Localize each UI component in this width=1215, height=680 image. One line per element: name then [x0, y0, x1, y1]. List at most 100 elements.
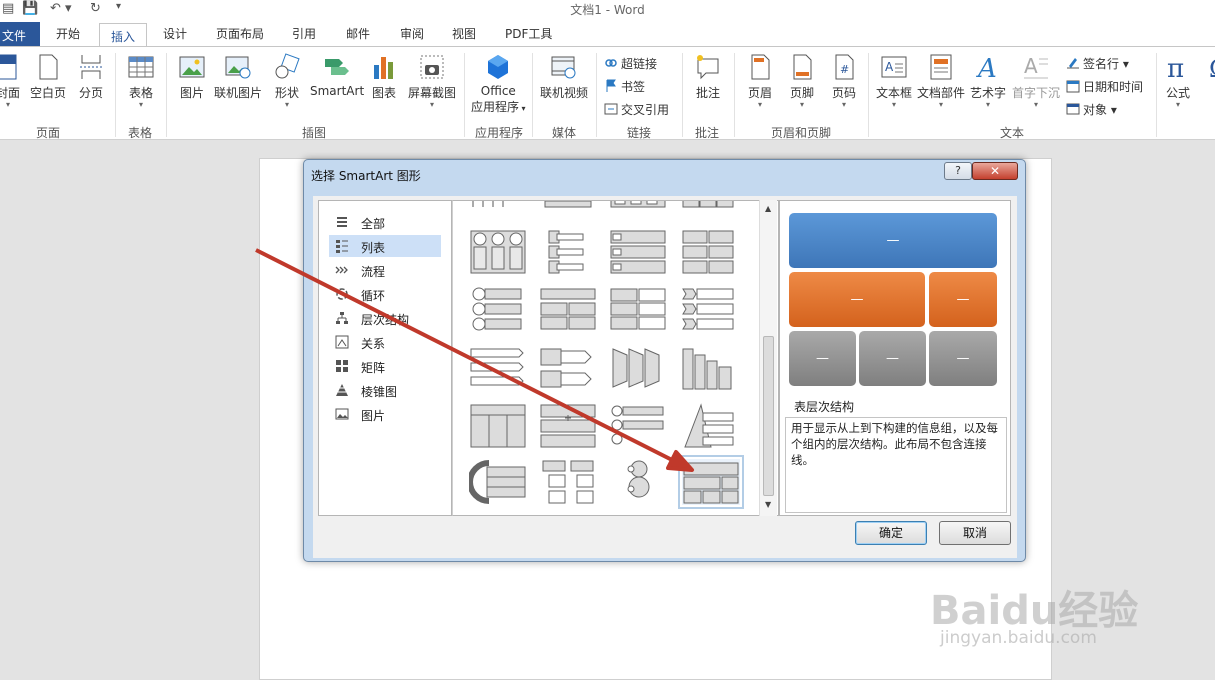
layout-thumbnail[interactable]	[679, 200, 737, 209]
layout-thumbnail[interactable]	[679, 345, 737, 391]
group-separator	[1156, 53, 1157, 137]
table-icon	[128, 56, 154, 78]
preview-bottom-box: —	[929, 331, 997, 386]
textbox-button[interactable]: A 文本框 ▾	[876, 53, 912, 109]
page-break-button[interactable]: 分页	[77, 53, 105, 101]
ok-button[interactable]: 确定	[855, 521, 927, 545]
new-comment-button[interactable]: 批注	[694, 53, 722, 101]
tab-insert[interactable]: 插入	[99, 23, 147, 47]
tab-home[interactable]: 开始	[56, 25, 80, 42]
textbox-icon: A	[881, 56, 907, 78]
scroll-down-icon[interactable]: ▼	[765, 500, 771, 509]
tab-file[interactable]: 文件	[0, 22, 40, 46]
blank-page-button[interactable]: 空白页	[30, 53, 66, 101]
date-time-button[interactable]: 日期和时间	[1066, 78, 1143, 95]
symbol-button[interactable]: Ω	[1206, 53, 1215, 84]
category-cycle[interactable]: 循环	[329, 283, 441, 305]
screenshot-icon	[420, 55, 444, 79]
tab-layout[interactable]: 页面布局	[216, 25, 264, 42]
wordart-button[interactable]: A 艺术字 ▾	[970, 53, 1006, 109]
category-hierarchy[interactable]: 层次结构	[329, 307, 441, 329]
screenshot-button[interactable]: 屏幕截图 ▾	[408, 53, 456, 109]
layout-thumbnail[interactable]	[469, 403, 527, 449]
layout-thumbnail[interactable]	[679, 403, 737, 449]
tab-design[interactable]: 设计	[163, 25, 187, 42]
layout-thumbnail[interactable]	[469, 345, 527, 391]
quick-parts-button[interactable]: 文档部件 ▾	[917, 53, 965, 109]
pi-icon: π	[1167, 54, 1184, 81]
category-picture[interactable]: 图片	[329, 403, 441, 425]
object-icon	[1066, 103, 1080, 115]
category-process[interactable]: 流程	[329, 259, 441, 281]
smartart-button[interactable]: SmartArt	[310, 53, 364, 98]
hyperlink-button[interactable]: 超链接	[604, 55, 657, 72]
category-matrix[interactable]: 矩阵	[329, 355, 441, 377]
dialog-body: 全部 列表 流程 循环 层次结构 关系 矩阵 棱锥图 图片 ▲ ▼ — — — …	[313, 196, 1017, 558]
svg-text:Ω: Ω	[1209, 55, 1215, 81]
tab-review[interactable]: 审阅	[400, 25, 424, 42]
online-video-button[interactable]: 联机视频	[540, 53, 588, 101]
layout-thumbnail[interactable]	[539, 459, 597, 505]
object-button[interactable]: 对象 ▾	[1066, 101, 1117, 118]
layout-thumbnail[interactable]	[609, 345, 667, 391]
chart-button[interactable]: 图表	[370, 53, 398, 101]
relationship-icon	[335, 335, 349, 349]
gallery-scrollbar[interactable]: ▲ ▼	[759, 200, 777, 516]
layout-thumbnail[interactable]	[609, 200, 667, 209]
layout-thumbnail[interactable]	[679, 287, 737, 333]
layout-thumbnail[interactable]	[609, 403, 667, 449]
baidu-watermark-url: jingyan.baidu.com	[940, 628, 1097, 648]
header-button[interactable]: 页眉 ▾	[746, 53, 774, 109]
layout-thumbnail[interactable]	[469, 459, 527, 505]
layout-thumbnail[interactable]	[609, 459, 667, 505]
drop-cap-button[interactable]: A 首字下沉 ▾	[1012, 53, 1060, 109]
layout-thumbnail[interactable]	[609, 229, 667, 275]
tab-references[interactable]: 引用	[292, 25, 316, 42]
cancel-button[interactable]: 取消	[939, 521, 1011, 545]
layout-thumbnail[interactable]	[469, 287, 527, 333]
preview-bottom-box: —	[859, 331, 926, 386]
layout-thumbnail[interactable]	[539, 403, 597, 449]
layout-thumbnail[interactable]	[539, 287, 597, 333]
online-picture-icon	[225, 56, 251, 79]
close-button[interactable]: ✕	[972, 162, 1018, 180]
category-list-item[interactable]: 列表	[329, 235, 441, 257]
category-pyramid[interactable]: 棱锥图	[329, 379, 441, 401]
signature-line-button[interactable]: 签名行 ▾	[1066, 55, 1129, 72]
layout-thumbnail[interactable]	[469, 229, 527, 275]
layout-thumbnail[interactable]	[469, 200, 527, 209]
tab-mailings[interactable]: 邮件	[346, 25, 370, 42]
category-list: 全部 列表 流程 循环 层次结构 关系 矩阵 棱锥图 图片	[318, 200, 452, 516]
layout-thumbnail[interactable]	[679, 229, 737, 275]
layout-thumbnail[interactable]	[539, 345, 597, 391]
tab-view[interactable]: 视图	[452, 25, 476, 42]
category-all[interactable]: 全部	[329, 211, 441, 233]
picture-button[interactable]: 图片	[178, 53, 206, 101]
online-video-icon	[551, 56, 576, 79]
window-title: 文档1 - Word	[570, 3, 645, 17]
scroll-thumb[interactable]	[763, 336, 774, 496]
cover-page-button[interactable]: 封面 ▾	[0, 53, 22, 109]
preview-bottom-box: —	[789, 331, 856, 386]
equation-button[interactable]: π 公式 ▾	[1164, 53, 1192, 109]
category-relationship[interactable]: 关系	[329, 331, 441, 353]
table-button[interactable]: 表格 ▾	[127, 53, 155, 109]
office-apps-button[interactable]: Office 应用程序 ▾	[471, 53, 526, 115]
svg-text:A: A	[976, 54, 997, 81]
scroll-up-icon[interactable]: ▲	[765, 204, 771, 213]
page-number-button[interactable]: # 页码 ▾	[830, 53, 858, 109]
cross-reference-button[interactable]: 交叉引用	[604, 101, 669, 118]
bookmark-button[interactable]: 书签	[604, 78, 645, 95]
layout-thumbnail[interactable]	[539, 200, 597, 209]
help-button[interactable]: ?	[944, 162, 972, 180]
tab-pdf-tools[interactable]: PDF工具	[505, 25, 552, 42]
group-separator	[464, 53, 465, 137]
svg-text:A: A	[885, 60, 894, 74]
layout-thumbnail[interactable]	[539, 229, 597, 275]
group-label-links: 链接	[627, 126, 652, 140]
layout-thumbnail[interactable]	[609, 287, 667, 333]
footer-button[interactable]: 页脚 ▾	[788, 53, 816, 109]
table-hierarchy-layout-thumbnail[interactable]	[678, 455, 744, 509]
shapes-button[interactable]: 形状 ▾	[273, 53, 301, 109]
online-picture-button[interactable]: 联机图片	[214, 53, 262, 101]
